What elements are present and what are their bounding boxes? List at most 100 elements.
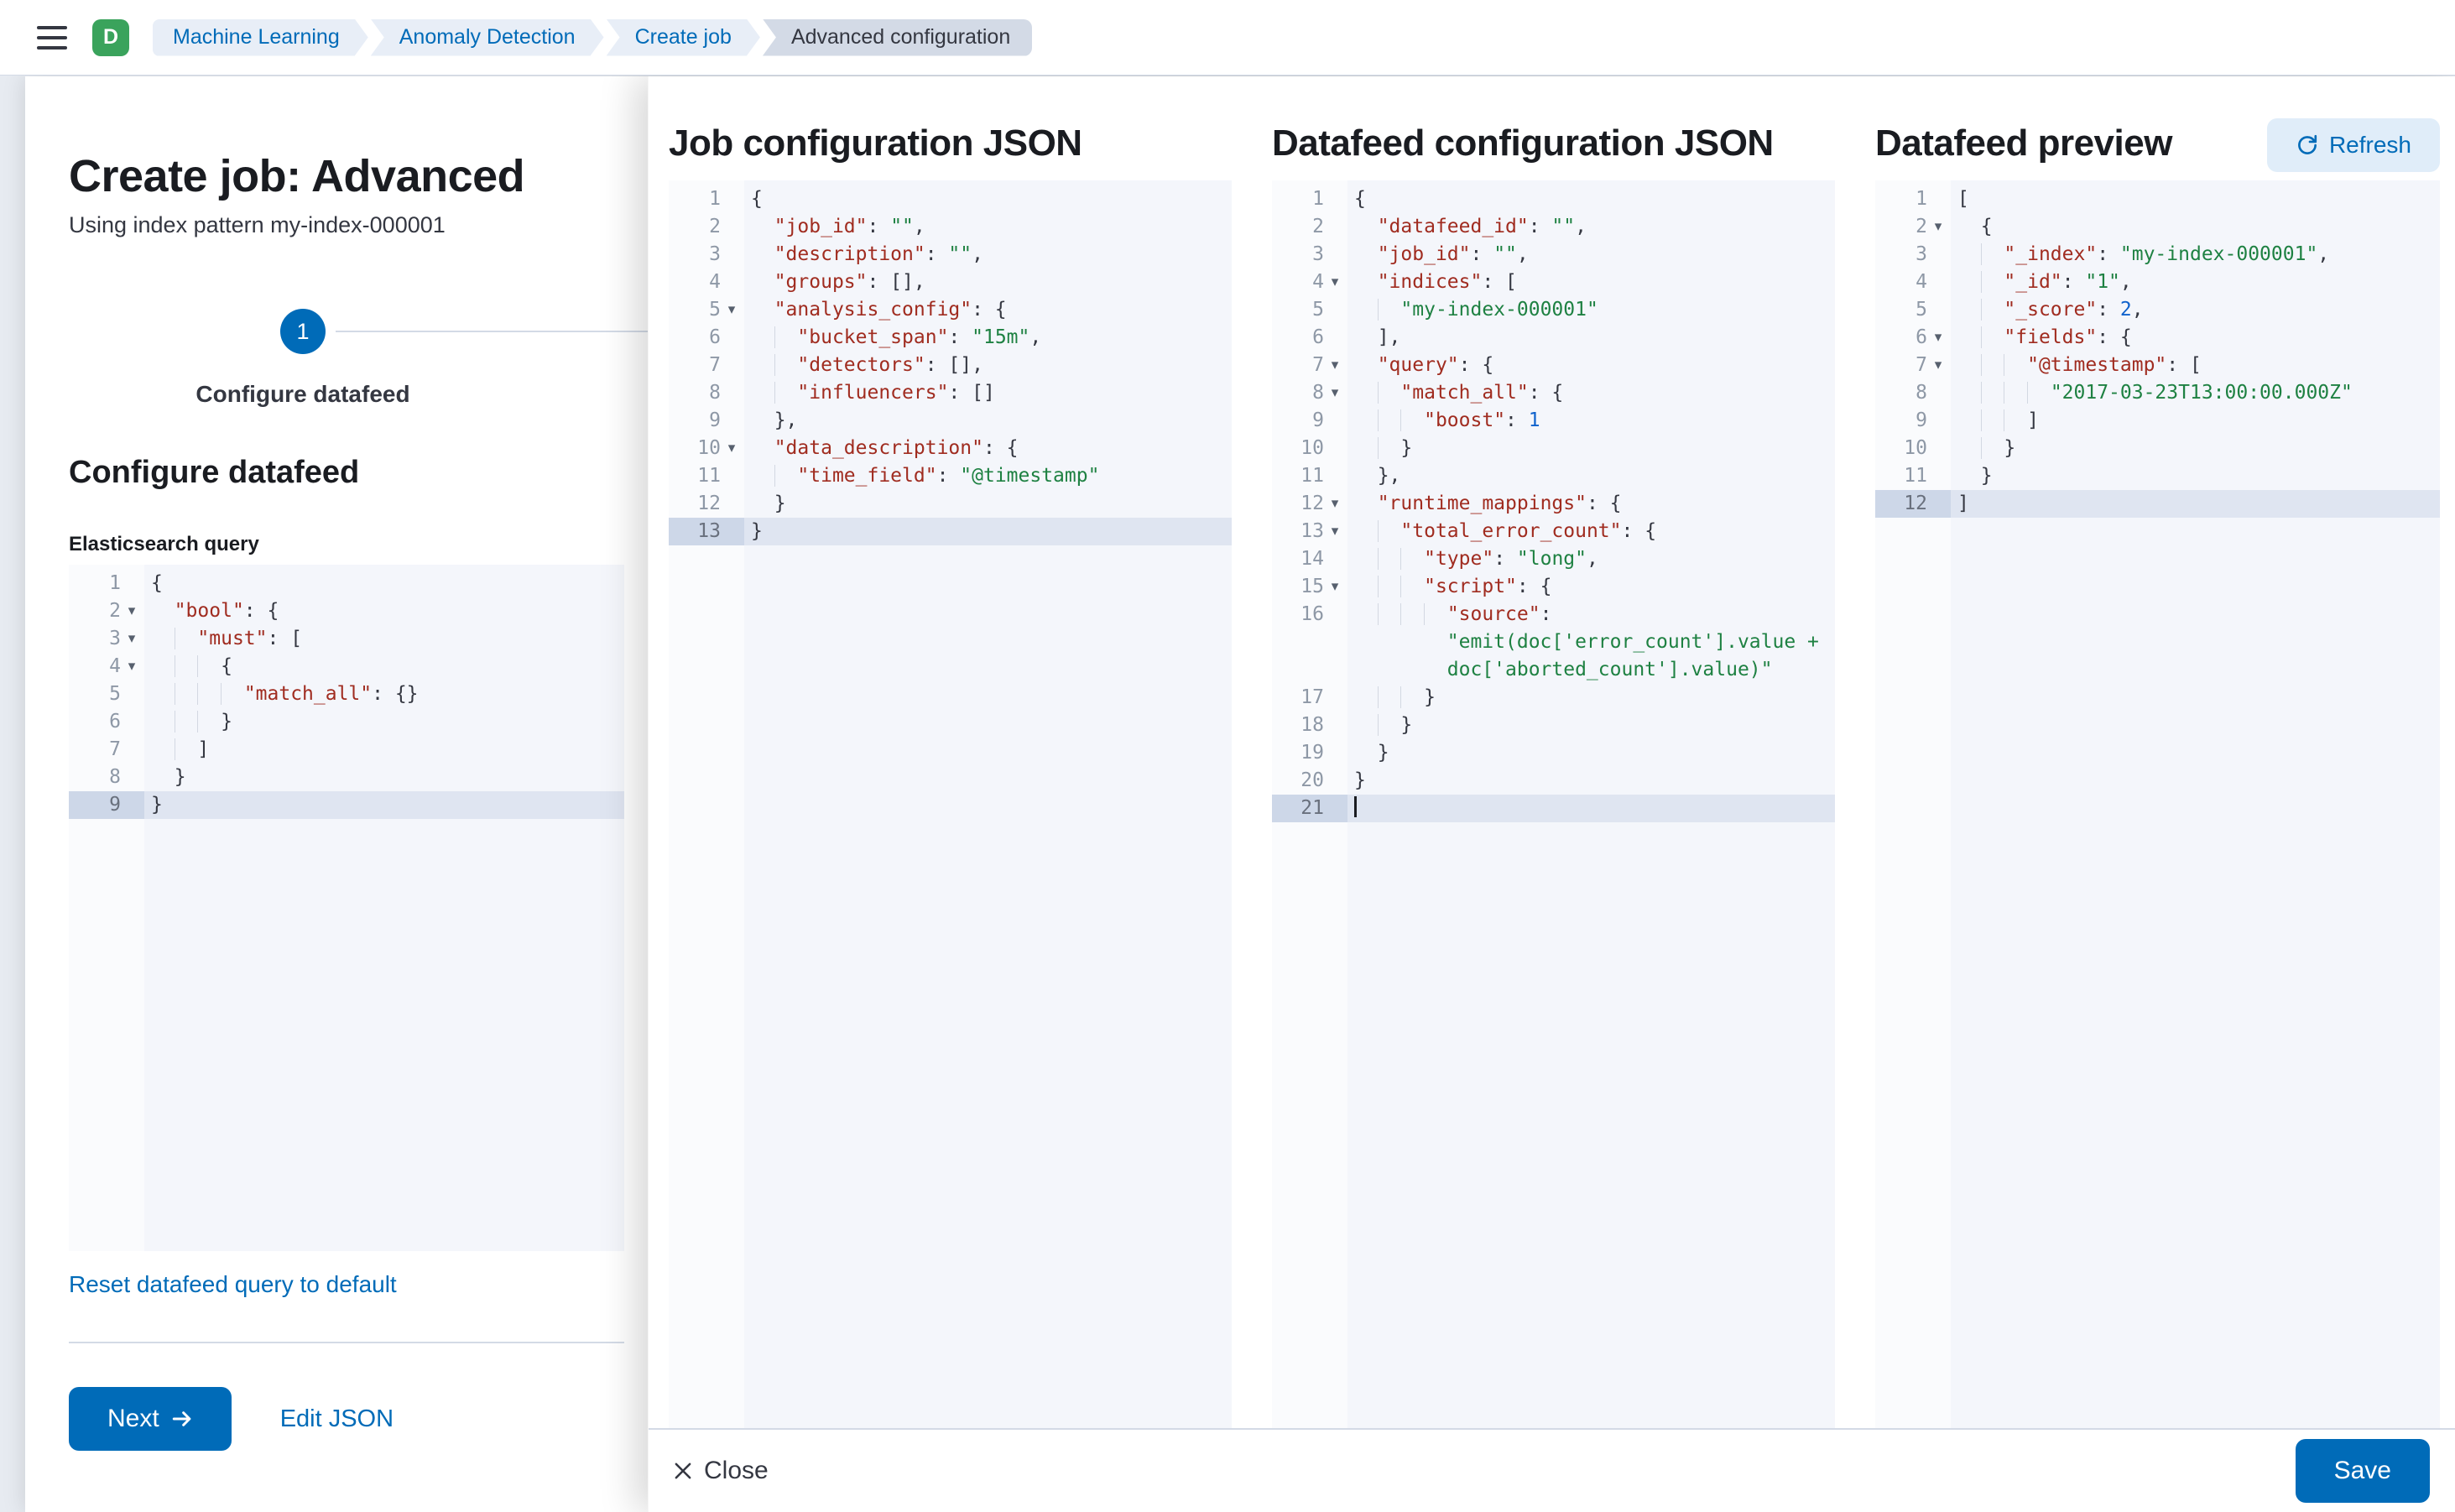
fold-arrow-icon[interactable]: ▾	[1326, 490, 1344, 518]
code-line: 5 "_score": 2,	[1875, 296, 2440, 324]
flyout-footer: Close Save	[649, 1428, 2455, 1512]
save-button[interactable]: Save	[2296, 1439, 2430, 1503]
step-number-badge[interactable]: 1	[280, 309, 326, 354]
code-line: 14 "type": "long",	[1272, 545, 1835, 573]
code-line: 10 }	[1875, 435, 2440, 462]
next-button[interactable]: Next	[69, 1387, 232, 1451]
code-line: 4 "groups": [],	[669, 269, 1232, 296]
code-line: 8 "influencers": []	[669, 379, 1232, 407]
code-line: 5 "my-index-000001"	[1272, 296, 1835, 324]
code-line: 20}	[1272, 767, 1835, 795]
code-line: 9 "boost": 1	[1272, 407, 1835, 435]
code-line: 1[	[1875, 185, 2440, 213]
breadcrumb: Machine LearningAnomaly DetectionCreate …	[153, 19, 1032, 56]
code-line: 16 "source": "emit(doc['error_count'].va…	[1272, 601, 1835, 684]
text-cursor	[1354, 796, 1357, 817]
code-line: 8 }	[69, 764, 624, 791]
code-line: 5 "match_all": {}	[69, 680, 624, 708]
code-line: 9 },	[669, 407, 1232, 435]
advanced-configuration-flyout: Job configuration JSON 1{2 "job_id": "",…	[648, 76, 2455, 1512]
code-line: 8▾ "match_all": {	[1272, 379, 1835, 407]
fold-arrow-icon[interactable]: ▾	[1326, 269, 1344, 296]
breadcrumb-link[interactable]: Anomaly Detection	[371, 19, 604, 56]
fold-arrow-icon[interactable]: ▾	[122, 653, 141, 680]
fold-arrow-icon[interactable]: ▾	[1326, 573, 1344, 601]
refresh-button[interactable]: Refresh	[2267, 118, 2440, 172]
code-line: 4▾ {	[69, 653, 624, 680]
code-line: 1{	[669, 185, 1232, 213]
fold-arrow-icon[interactable]: ▾	[1326, 518, 1344, 545]
code-line: 2 "job_id": "",	[669, 213, 1232, 241]
code-line: 15▾ "script": {	[1272, 573, 1835, 601]
code-line: 18 }	[1272, 712, 1835, 739]
code-line: 1{	[69, 570, 624, 597]
code-line: 12 }	[669, 490, 1232, 518]
code-line: 7 "detectors": [],	[669, 352, 1232, 379]
fold-arrow-icon[interactable]: ▾	[722, 296, 741, 324]
code-line: 3 "job_id": "",	[1272, 241, 1835, 269]
menu-icon[interactable]	[37, 26, 67, 50]
code-line: 13▾ "total_error_count": {	[1272, 518, 1835, 545]
code-line: 21	[1272, 795, 1835, 822]
code-line: 8 "2017-03-23T13:00:00.000Z"	[1875, 379, 2440, 407]
code-line: 6 ],	[1272, 324, 1835, 352]
datafeed-config-panel: Datafeed configuration JSON 1{2 "datafee…	[1272, 122, 1835, 1428]
fold-arrow-icon[interactable]: ▾	[1929, 352, 1947, 379]
code-line: 9}	[69, 791, 624, 819]
breadcrumb-link[interactable]: Machine Learning	[153, 19, 368, 56]
fold-arrow-icon[interactable]: ▾	[122, 625, 141, 653]
code-line: 6 }	[69, 708, 624, 736]
fold-arrow-icon[interactable]: ▾	[1929, 213, 1947, 241]
elasticsearch-query-editor[interactable]: 1{2▾ "bool": {3▾ "must": [4▾ {5 "match_a…	[69, 565, 624, 1251]
code-line: 12▾ "runtime_mappings": {	[1272, 490, 1835, 518]
divider	[69, 1342, 624, 1343]
code-line: 1{	[1272, 185, 1835, 213]
code-line: 9 ]	[1875, 407, 2440, 435]
datafeed-config-editor[interactable]: 1{2 "datafeed_id": "",3 "job_id": "",4▾ …	[1272, 180, 1835, 1428]
code-line: 11 "time_field": "@timestamp"	[669, 462, 1232, 490]
job-config-editor[interactable]: 1{2 "job_id": "",3 "description": "",4 "…	[669, 180, 1232, 1428]
code-line: 17 }	[1272, 684, 1835, 712]
code-line: 13}	[669, 518, 1232, 545]
fold-arrow-icon[interactable]: ▾	[722, 435, 741, 462]
job-config-panel: Job configuration JSON 1{2 "job_id": "",…	[669, 122, 1232, 1428]
code-line: 11 },	[1272, 462, 1835, 490]
fold-arrow-icon[interactable]: ▾	[1929, 324, 1947, 352]
fold-arrow-icon[interactable]: ▾	[122, 597, 141, 625]
refresh-icon	[2296, 133, 2319, 157]
code-line: 6▾ "fields": {	[1875, 324, 2440, 352]
datafeed-preview-title: Datafeed preview	[1875, 122, 2172, 165]
top-navigation-bar: D Machine LearningAnomaly DetectionCreat…	[0, 0, 2455, 76]
code-line: 5▾ "analysis_config": {	[669, 296, 1232, 324]
code-line: 4 "_id": "1",	[1875, 269, 2440, 296]
code-line: 2 "datafeed_id": "",	[1272, 213, 1835, 241]
code-line: 3 "_index": "my-index-000001",	[1875, 241, 2440, 269]
datafeed-preview-editor[interactable]: 1[2▾ {3 "_index": "my-index-000001",4 "_…	[1875, 180, 2440, 1428]
code-line: 11 }	[1875, 462, 2440, 490]
code-line: 12]	[1875, 490, 2440, 518]
code-line: 2▾ "bool": {	[69, 597, 624, 625]
code-line: 2▾ {	[1875, 213, 2440, 241]
datafeed-preview-panel: Datafeed preview Refresh 1[2▾ {3 "_index…	[1875, 122, 2440, 1428]
code-line: 19 }	[1272, 739, 1835, 767]
code-line: 7▾ "@timestamp": [	[1875, 352, 2440, 379]
breadcrumb-link[interactable]: Create job	[607, 19, 760, 56]
avatar[interactable]: D	[92, 19, 129, 56]
reset-datafeed-query-link[interactable]: Reset datafeed query to default	[69, 1271, 397, 1298]
code-line: 3 "description": "",	[669, 241, 1232, 269]
close-icon	[672, 1460, 694, 1482]
next-button-label: Next	[107, 1405, 159, 1433]
code-line: 7▾ "query": {	[1272, 352, 1835, 379]
step-label: Configure datafeed	[195, 381, 409, 408]
close-button[interactable]: Close	[672, 1457, 769, 1485]
code-line: 4▾ "indices": [	[1272, 269, 1835, 296]
fold-arrow-icon[interactable]: ▾	[1326, 379, 1344, 407]
refresh-button-label: Refresh	[2329, 132, 2411, 159]
job-config-title: Job configuration JSON	[669, 122, 1082, 165]
code-line: 10 }	[1272, 435, 1835, 462]
close-button-label: Close	[704, 1457, 769, 1485]
fold-arrow-icon[interactable]: ▾	[1326, 352, 1344, 379]
arrow-right-icon	[171, 1408, 193, 1430]
edit-json-link[interactable]: Edit JSON	[280, 1405, 394, 1433]
code-line: 7 ]	[69, 736, 624, 764]
